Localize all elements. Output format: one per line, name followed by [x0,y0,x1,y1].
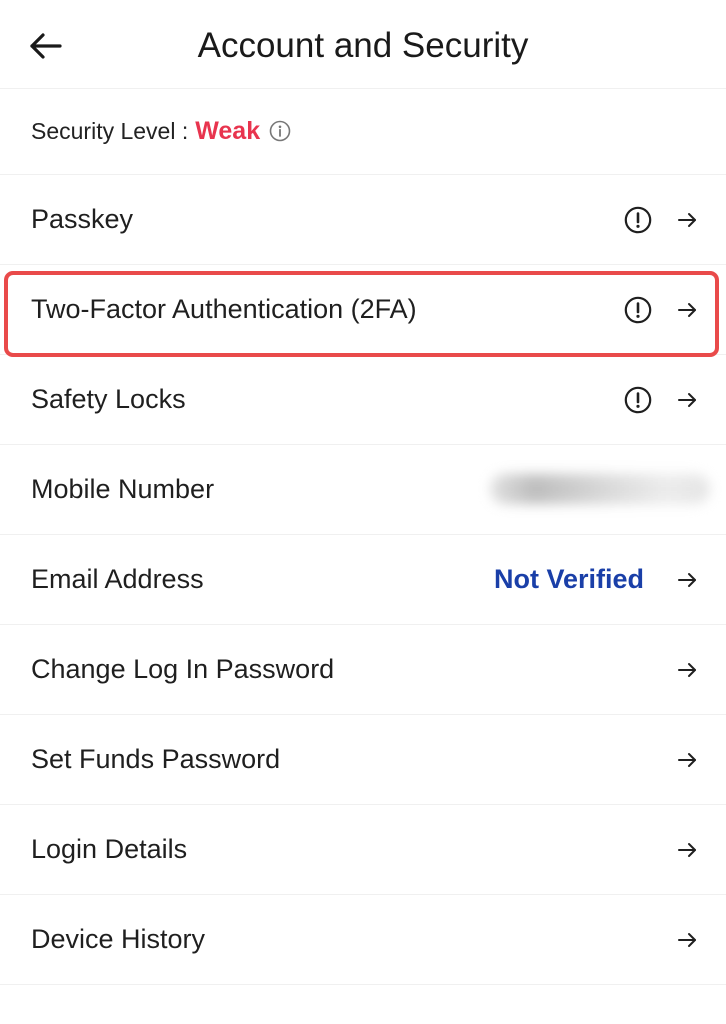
header: Account and Security [0,0,726,89]
row-label: Email Address [31,564,204,594]
row-label: Login Details [31,834,188,864]
alert-circle-icon [624,206,652,234]
email-status[interactable]: Not Verified [494,534,644,624]
row-label: Safety Locks [31,384,186,414]
row-safety-locks[interactable]: Safety Locks [0,354,726,445]
alert-circle-icon [624,386,652,414]
row-mobile-number[interactable]: Mobile Number [0,444,726,535]
security-level-row: Security Level : Weak [0,88,726,175]
row-login-details[interactable]: Login Details [0,804,726,895]
security-level-label: Security Level : [31,117,189,144]
page-title: Account and Security [197,26,529,65]
security-level-value: Weak [195,116,261,145]
row-passkey[interactable]: Passkey [0,174,726,265]
arrow-right-icon [678,573,696,587]
arrow-right-icon [678,303,696,317]
row-two-factor-authentication[interactable]: Two-Factor Authentication (2FA) [0,264,726,355]
arrow-right-icon [678,213,696,227]
arrow-right-icon [678,933,696,947]
row-email-address[interactable]: Email Address Not Verified [0,534,726,625]
row-label: Set Funds Password [31,744,281,774]
arrow-right-icon [678,843,696,857]
row-change-login-password[interactable]: Change Log In Password [0,624,726,715]
row-device-history[interactable]: Device History [0,894,726,985]
row-set-funds-password[interactable]: Set Funds Password [0,714,726,805]
arrow-right-icon [678,753,696,767]
row-label: Two-Factor Authentication (2FA) [31,294,417,324]
arrow-right-icon [678,393,696,407]
row-label: Change Log In Password [31,654,335,684]
info-circle-icon[interactable] [269,120,291,142]
row-label: Device History [31,924,206,954]
arrow-right-icon [678,663,696,677]
alert-circle-icon [624,296,652,324]
row-label: Passkey [31,204,134,234]
row-label: Mobile Number [31,474,215,504]
mobile-number-redacted [490,474,710,504]
